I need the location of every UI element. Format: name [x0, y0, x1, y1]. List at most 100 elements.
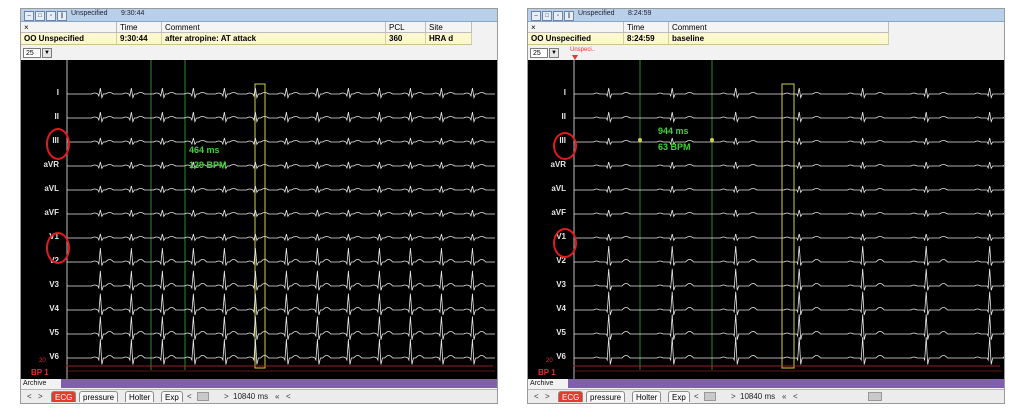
- heart-rate-bpm: 129 BPM: [189, 160, 227, 170]
- ecg-trace-ii: [574, 111, 1004, 124]
- tab-exp[interactable]: Exp: [161, 391, 183, 402]
- zoom-select[interactable]: 25: [530, 48, 548, 58]
- tab-pressure[interactable]: pressure: [79, 391, 119, 402]
- selection-box[interactable]: [254, 83, 266, 369]
- tab-holter[interactable]: Holter: [632, 391, 662, 402]
- ecg-trace-i: [574, 87, 1004, 100]
- ecg-panel-left: – □ ▫ ∥ Unspecified 9:30:44 × Time Comme…: [20, 8, 498, 404]
- lead-label-avl: aVL: [551, 184, 566, 193]
- prev-page-icon[interactable]: <: [694, 392, 699, 401]
- lead-label-avr: aVR: [550, 160, 566, 169]
- lead-label-avl: aVL: [44, 184, 59, 193]
- lead-label-v4: V4: [49, 304, 59, 313]
- ecg-trace-iii: [67, 137, 495, 146]
- pause-icon[interactable]: ∥: [564, 11, 574, 21]
- tab-holter[interactable]: Holter: [125, 391, 155, 402]
- ecg-trace-v6: [574, 337, 1004, 365]
- next-icon[interactable]: >: [224, 392, 229, 401]
- lead-label-v3: V3: [49, 280, 59, 289]
- restore-icon[interactable]: ▫: [553, 11, 563, 21]
- column-comment[interactable]: Comment: [162, 22, 386, 33]
- bp-scale: 20: [39, 358, 46, 364]
- row-comment[interactable]: after atropine: AT attack: [162, 33, 386, 45]
- ecg-trace-v1: [574, 233, 1004, 242]
- row-pcl[interactable]: 360: [386, 33, 426, 45]
- row-name[interactable]: OO Unspecified: [528, 33, 624, 45]
- ecg-trace-avf: [67, 209, 495, 218]
- highlight-circle-v1: [46, 232, 70, 264]
- window-icon[interactable]: □: [542, 11, 552, 21]
- row-name[interactable]: OO Unspecified: [21, 33, 117, 45]
- lead-label-v2: V2: [556, 256, 566, 265]
- column-site[interactable]: Site: [426, 22, 472, 33]
- ecg-trace-avr: [574, 161, 1004, 170]
- next-icon[interactable]: >: [731, 392, 736, 401]
- lead-label-v5: V5: [556, 328, 566, 337]
- pause-icon[interactable]: ∥: [57, 11, 67, 21]
- chevron-down-icon[interactable]: ▼: [549, 48, 559, 58]
- interval-ms: 944 ms: [658, 126, 689, 136]
- tab-pressure[interactable]: pressure: [586, 391, 626, 402]
- title-bar: – □ ▫ ∥ Unspecified 9:30:44: [21, 9, 497, 22]
- tab-ecg[interactable]: ECG: [51, 391, 77, 402]
- rewind-icon[interactable]: «: [782, 392, 786, 401]
- row-site[interactable]: HRA d: [426, 33, 472, 45]
- bp-trace: [66, 365, 493, 367]
- caliper-marker[interactable]: [638, 138, 642, 142]
- scroll-right-icon[interactable]: >: [545, 392, 550, 401]
- ecg-display[interactable]: I II III aVR aVL aVF V1 V2 V3 V4 V5 V6 464 ms 129 B…: [21, 60, 497, 379]
- prev-page-icon[interactable]: <: [187, 392, 192, 401]
- lead-label-avr: aVR: [43, 160, 59, 169]
- column-close[interactable]: ×: [528, 22, 624, 33]
- scroll-right-icon[interactable]: >: [38, 392, 43, 401]
- ecg-display[interactable]: I II III aVR aVL aVF V1 V2 V3 V4 V5 V6 944 ms 63 BP…: [528, 60, 1004, 379]
- row-time[interactable]: 8:24:59: [624, 33, 669, 45]
- bp-label: BP 1: [538, 368, 556, 377]
- ecg-trace-v2: [574, 245, 1004, 266]
- lead-label-v4: V4: [556, 304, 566, 313]
- lead-label-v5: V5: [49, 328, 59, 337]
- column-time[interactable]: Time: [117, 22, 162, 33]
- ecg-trace-v4: [574, 291, 1004, 316]
- column-pcl[interactable]: PCL: [386, 22, 426, 33]
- time-scale: 10840 ms: [233, 392, 269, 401]
- scroll-thumb[interactable]: [704, 392, 716, 401]
- ecg-trace-avf: [574, 209, 1004, 218]
- restore-icon[interactable]: ▫: [46, 11, 56, 21]
- row-comment[interactable]: baseline: [669, 33, 889, 45]
- ecg-traces: [573, 60, 1004, 379]
- column-close[interactable]: ×: [21, 22, 117, 33]
- lead-label-ii: II: [54, 112, 59, 121]
- title-bar: – □ ▫ ∥ Unspecified 8:24:59: [528, 9, 1004, 22]
- highlight-circle-v1: [553, 228, 577, 258]
- ecg-trace-avr: [67, 161, 495, 170]
- zoom-select[interactable]: 25: [23, 48, 41, 58]
- archive-bar[interactable]: [568, 379, 1004, 388]
- tab-exp[interactable]: Exp: [668, 391, 690, 402]
- minimize-icon[interactable]: –: [24, 11, 34, 21]
- column-comment[interactable]: Comment: [669, 22, 889, 33]
- column-time[interactable]: Time: [624, 22, 669, 33]
- rewind-icon[interactable]: «: [275, 392, 279, 401]
- lead-label-i: I: [563, 88, 566, 97]
- ecg-trace-ii: [67, 111, 495, 124]
- window-icon[interactable]: □: [35, 11, 45, 21]
- bottom-toolbar: < > ECG pressure Holter Exp < > 10840 ms…: [528, 389, 1004, 403]
- scroll-left-icon[interactable]: <: [27, 392, 32, 401]
- scroll-left-icon[interactable]: <: [534, 392, 539, 401]
- row-time[interactable]: 9:30:44: [117, 33, 162, 45]
- ecg-trace-v5: [67, 316, 495, 340]
- bottom-toolbar: < > ECG pressure Holter Exp < > 10840 ms…: [21, 389, 497, 403]
- scroll-thumb-secondary[interactable]: [868, 392, 882, 401]
- caliper-marker[interactable]: [710, 138, 714, 142]
- ecg-trace-v4: [67, 293, 495, 316]
- tab-ecg[interactable]: ECG: [558, 391, 584, 402]
- ecg-trace-v3: [574, 268, 1004, 291]
- back-icon[interactable]: <: [286, 392, 291, 401]
- selection-box[interactable]: [781, 83, 795, 369]
- chevron-down-icon[interactable]: ▼: [42, 48, 52, 58]
- back-icon[interactable]: <: [793, 392, 798, 401]
- archive-bar[interactable]: [61, 379, 497, 388]
- minimize-icon[interactable]: –: [531, 11, 541, 21]
- scroll-thumb[interactable]: [197, 392, 209, 401]
